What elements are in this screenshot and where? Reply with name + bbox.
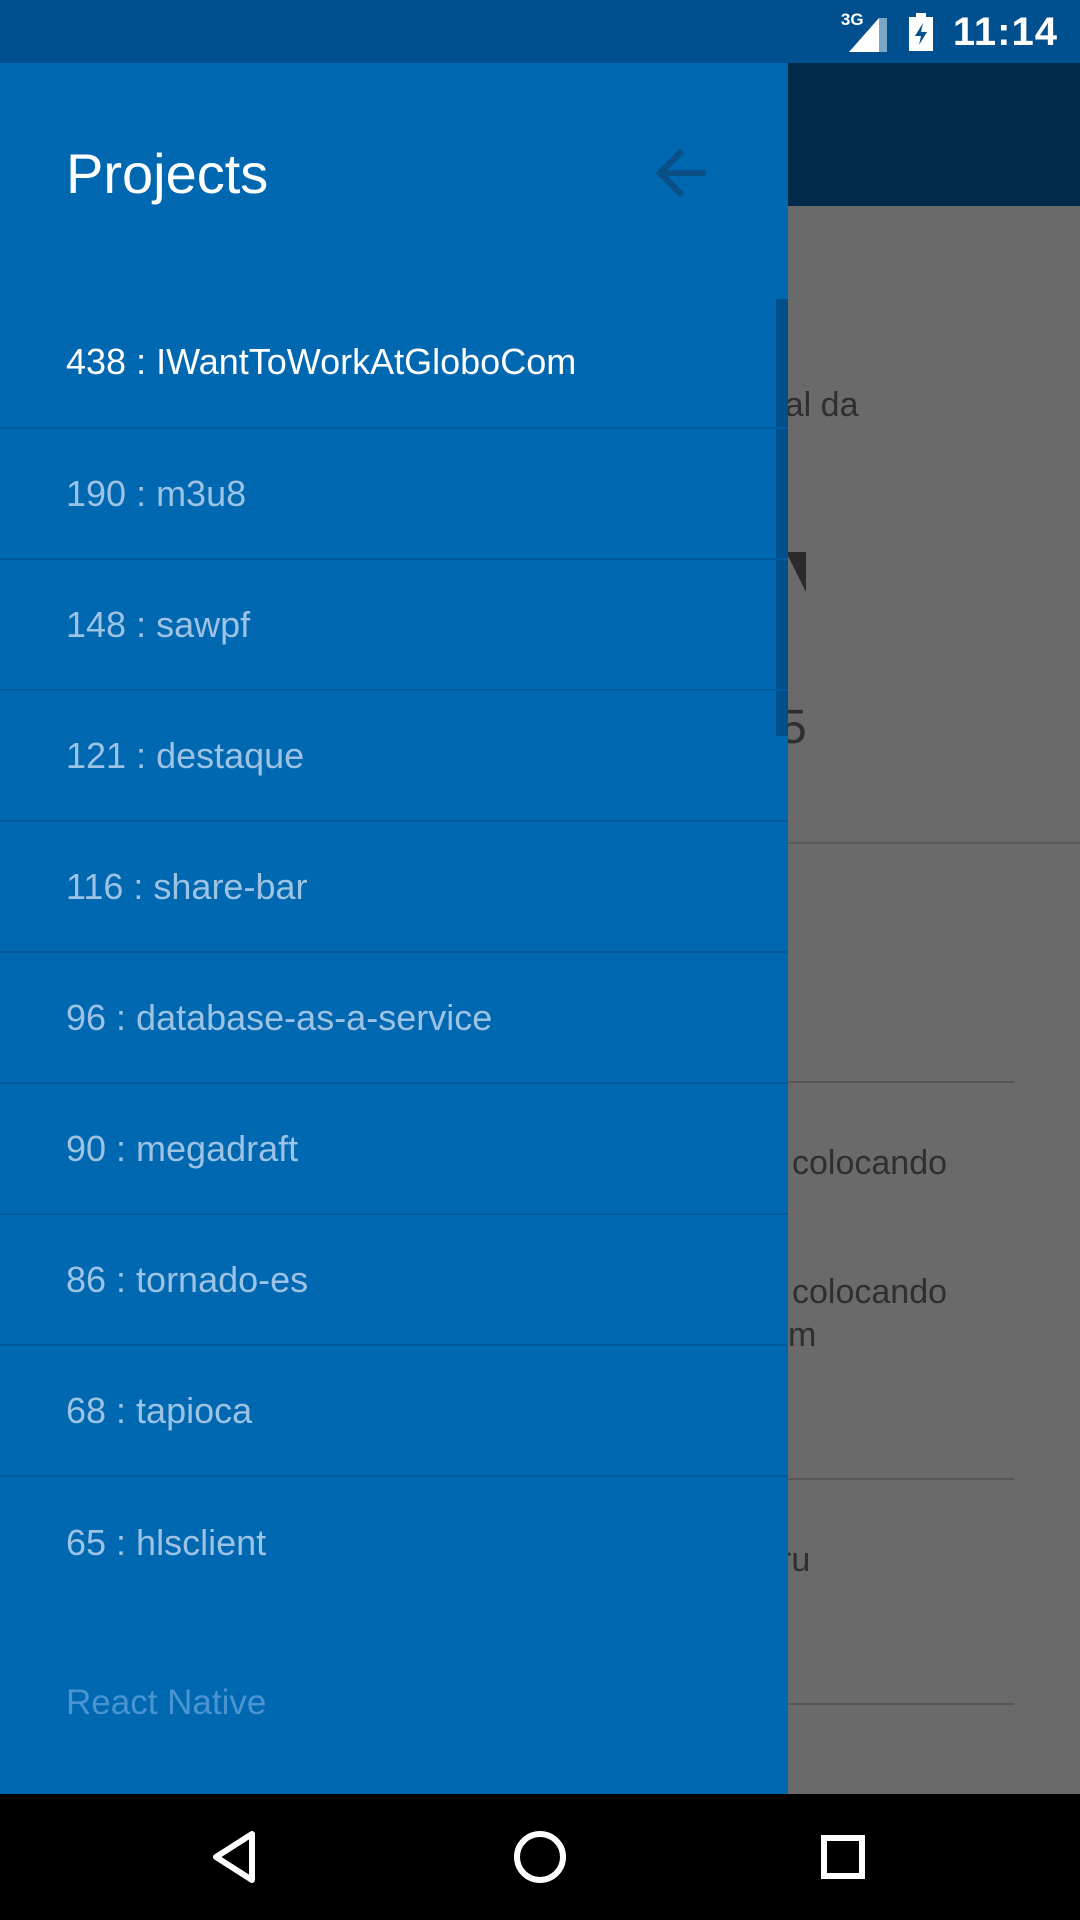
status-bar: 3G 11:14 [0,0,1080,63]
background-text: colocando [792,1144,948,1182]
project-item-sawpf[interactable]: 148 : sawpf [0,560,788,691]
system-nav-bar [0,1794,1080,1920]
battery-icon [908,13,933,51]
project-item-label: 65 : hlsclient [66,1521,267,1563]
project-item-m3u8[interactable]: 190 : m3u8 [0,429,788,560]
project-item-label: 86 : tornado-es [66,1258,309,1300]
project-item-label: 116 : share-bar [66,865,308,907]
project-item-label: 438 : IWantToWorkAtGloboCom [66,340,577,382]
signal-icon: 3G [841,10,887,52]
background-text: m [788,1316,817,1354]
circle-home-icon[interactable] [507,1824,573,1890]
background-text: colocando [792,1273,948,1311]
project-item-tapioca[interactable]: 68 : tapioca [0,1346,788,1477]
drawer-header: Projects [0,63,788,278]
project-item-database-as-a-service[interactable]: 96 : database-as-a-service [0,953,788,1084]
project-item-destaque[interactable]: 121 : destaque [0,691,788,822]
background-divider [788,1703,1014,1705]
clock: 11:14 [952,9,1058,54]
project-item-iwanttoworkatglobocom[interactable]: 438 : IWantToWorkAtGloboCom [0,296,788,429]
arrow-left-icon[interactable] [652,143,712,203]
project-item-tornado-es[interactable]: 86 : tornado-es [0,1215,788,1346]
section-header-react-native: React Native [66,1683,267,1722]
drawer-title: Projects [66,142,269,205]
project-item-label: 121 : destaque [66,734,305,776]
project-list: 438 : IWantToWorkAtGloboCom 190 : m3u8 1… [0,296,788,1608]
navigation-drawer: Projects 438 : IWantToWorkAtGloboCom 190… [0,63,788,1794]
project-item-label: 68 : tapioca [66,1389,253,1431]
project-item-hlsclient[interactable]: 65 : hlsclient [0,1477,788,1608]
background-divider [788,1478,1014,1480]
triangle-back-icon[interactable] [204,1824,270,1890]
background-icon-fragment [786,552,806,592]
project-item-label: 190 : m3u8 [66,472,247,514]
project-item-label: 148 : sawpf [66,603,251,645]
status-icons: 3G 11:14 [841,8,1058,56]
project-item-megadraft[interactable]: 90 : megadraft [0,1084,788,1215]
project-item-label: 96 : database-as-a-service [66,996,493,1038]
background-divider [788,1081,1014,1083]
project-item-share-bar[interactable]: 116 : share-bar [0,822,788,953]
square-recents-icon[interactable] [810,1824,876,1890]
project-item-label: 90 : megadraft [66,1127,299,1169]
